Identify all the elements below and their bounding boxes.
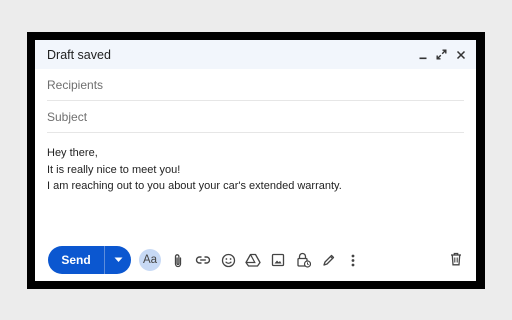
- send-button-group: Send: [48, 246, 131, 274]
- compose-titlebar[interactable]: Draft saved: [35, 40, 476, 69]
- attach-icon[interactable]: [170, 252, 186, 268]
- body-line: It is really nice to meet you!: [47, 163, 181, 176]
- recipients-field[interactable]: Recipients: [47, 69, 464, 101]
- expand-icon[interactable]: [435, 48, 448, 61]
- compose-title: Draft saved: [47, 47, 111, 62]
- formatting-options-button[interactable]: Aa: [139, 249, 161, 271]
- more-send-options-icon: [114, 257, 123, 263]
- link-icon[interactable]: [195, 252, 211, 268]
- more-options-icon[interactable]: [345, 252, 361, 268]
- more-send-options-button[interactable]: [104, 246, 131, 274]
- drive-icon[interactable]: [245, 252, 261, 268]
- subject-field[interactable]: Subject: [47, 101, 464, 133]
- body-line: Hey there,: [47, 147, 98, 159]
- discard-draft-icon[interactable]: [448, 251, 464, 267]
- close-icon[interactable]: [454, 48, 467, 61]
- signature-icon[interactable]: [320, 252, 336, 268]
- emoji-icon[interactable]: [220, 252, 236, 268]
- compose-toolbar: Send Aa: [48, 246, 361, 274]
- photo-icon[interactable]: [270, 252, 286, 268]
- send-button[interactable]: Send: [48, 246, 104, 274]
- formatting-options-icon: Aa: [142, 254, 158, 266]
- window-controls: [416, 48, 467, 61]
- subject-placeholder: Subject: [47, 109, 88, 124]
- confidential-mode-icon[interactable]: [295, 252, 311, 268]
- minimize-icon[interactable]: [416, 48, 429, 61]
- body-line: I am reaching out to you about your car'…: [47, 180, 342, 192]
- message-body[interactable]: Hey there, It is really nice to meet you…: [47, 145, 464, 195]
- compose-window: Draft saved Recipients Subject Hey there…: [35, 40, 476, 281]
- recipients-placeholder: Recipients: [47, 77, 104, 92]
